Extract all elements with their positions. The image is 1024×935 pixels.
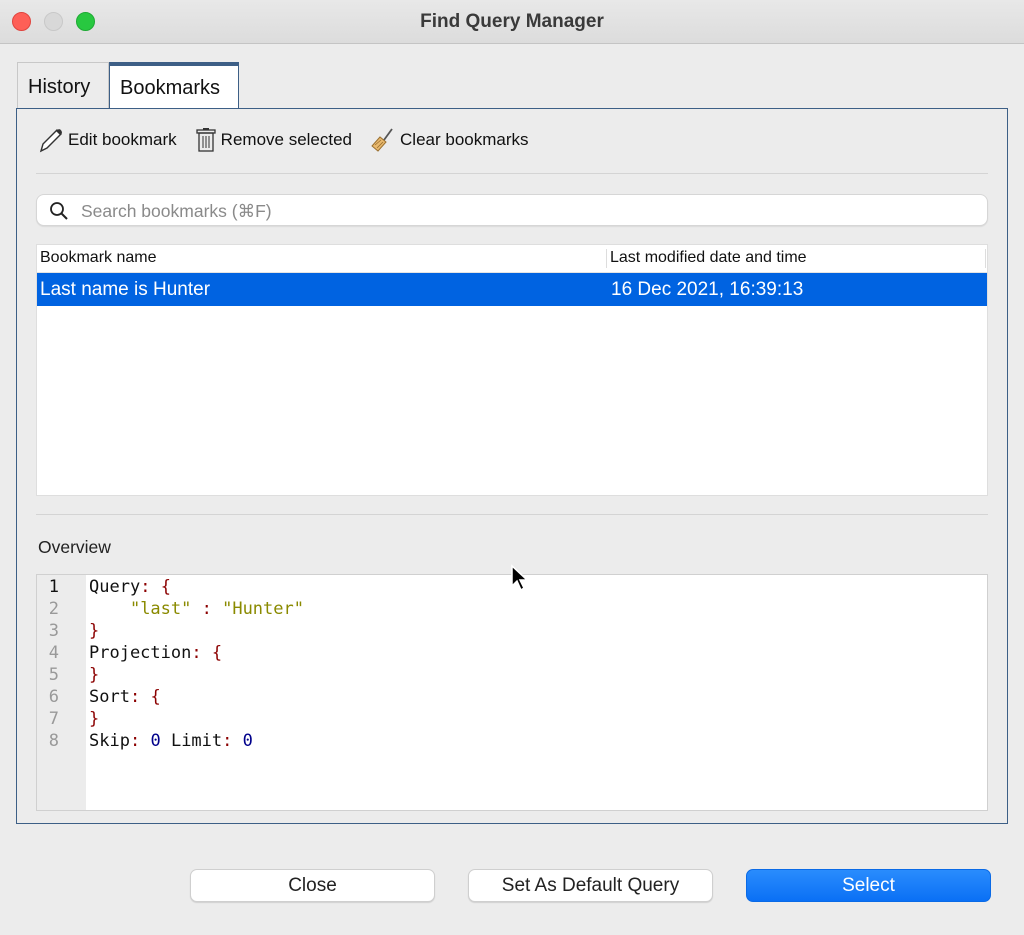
code-number: 0 (242, 731, 253, 751)
code-separator: : (191, 599, 223, 619)
code-key: Limit (170, 731, 223, 751)
code-brace-close: } (89, 621, 100, 641)
set-default-query-button[interactable]: Set As Default Query (468, 869, 713, 902)
title-bar: Find Query Manager (0, 0, 1024, 44)
line-number: 1 (48, 577, 59, 597)
line-number: 7 (48, 709, 59, 729)
column-header-bookmark-name[interactable]: Bookmark name (40, 249, 157, 267)
code-key: Query (89, 577, 141, 597)
column-divider[interactable] (985, 249, 986, 268)
line-number: 3 (48, 621, 59, 641)
close-button[interactable]: Close (190, 869, 435, 902)
code-colon: : (222, 731, 233, 751)
code-line: } (89, 621, 99, 641)
line-number: 6 (48, 687, 59, 707)
splitter-handle[interactable] (36, 514, 988, 515)
code-line: Projection: { (89, 643, 222, 663)
tab-bookmarks[interactable]: Bookmarks (109, 62, 239, 108)
column-divider[interactable] (606, 249, 607, 268)
trash-icon (196, 128, 216, 152)
select-button[interactable]: Select (746, 869, 991, 902)
mouse-cursor-icon (511, 564, 529, 592)
code-line: Skip: 0 Limit: 0 (89, 731, 253, 751)
line-number: 5 (48, 665, 59, 685)
tab-history[interactable]: History (17, 62, 109, 108)
search-icon (50, 202, 68, 220)
code-line: } (89, 665, 99, 685)
bookmarks-table: Bookmark name Last modified date and tim… (36, 244, 988, 496)
bookmark-toolbar: Edit bookmark Remove selected Clear book… (38, 125, 547, 155)
code-key: Skip (89, 731, 130, 751)
overview-label: Overview (38, 537, 111, 557)
overview-code-view[interactable]: 1 2 3 4 5 6 7 8 Query: { "last" : "Hunte… (36, 574, 988, 811)
table-row[interactable]: Last name is Hunter 16 Dec 2021, 16:39:1… (37, 273, 987, 306)
table-header: Bookmark name Last modified date and tim… (37, 245, 987, 273)
broom-icon (371, 128, 393, 152)
search-input[interactable] (79, 198, 973, 224)
code-brace-close: } (89, 709, 100, 729)
code-field: "last" (129, 599, 192, 619)
edit-bookmark-button[interactable]: Edit bookmark (38, 127, 177, 153)
code-key: Projection (89, 643, 192, 663)
line-number: 8 (48, 731, 59, 751)
pencil-icon (39, 129, 62, 153)
bookmark-name-cell: Last name is Hunter (40, 279, 211, 300)
code-brace-open: { (211, 643, 223, 663)
code-line: Query: { (89, 577, 171, 597)
code-colon: : (140, 577, 151, 597)
search-field[interactable] (36, 194, 988, 226)
code-line: "last" : "Hunter" (89, 599, 304, 619)
code-line: } (89, 709, 99, 729)
code-line: Sort: { (89, 687, 161, 707)
last-modified-cell: 16 Dec 2021, 16:39:13 (611, 279, 804, 300)
code-colon: : (129, 687, 141, 707)
code-key: Sort (89, 687, 130, 707)
line-number-gutter: 1 2 3 4 5 6 7 8 (37, 575, 86, 810)
code-colon: : (191, 643, 202, 663)
edit-bookmark-label: Edit bookmark (68, 130, 177, 149)
clear-bookmarks-button[interactable]: Clear bookmarks (370, 127, 529, 153)
line-number: 2 (48, 599, 59, 619)
remove-selected-button[interactable]: Remove selected (195, 127, 352, 153)
toolbar-divider (36, 173, 988, 174)
code-brace-open: { (150, 687, 161, 707)
code-value: "Hunter" (222, 599, 304, 619)
column-header-last-modified[interactable]: Last modified date and time (610, 249, 807, 267)
code-colon: : (129, 731, 141, 751)
window-title: Find Query Manager (420, 11, 604, 32)
code-brace-close: } (89, 665, 100, 685)
code-number: 0 (150, 731, 161, 751)
code-brace-open: { (160, 577, 171, 597)
line-number: 4 (48, 643, 59, 663)
remove-selected-label: Remove selected (220, 130, 353, 149)
clear-bookmarks-label: Clear bookmarks (400, 130, 529, 149)
